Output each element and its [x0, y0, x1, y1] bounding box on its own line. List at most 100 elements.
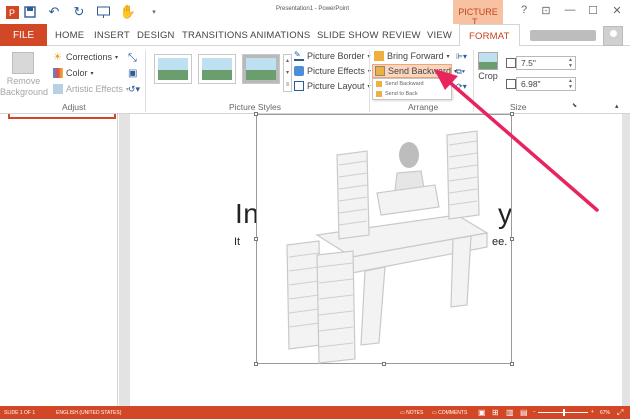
width-icon: [506, 79, 516, 89]
tab-file[interactable]: FILE: [0, 24, 47, 47]
touch-mode-icon[interactable]: ✋: [120, 4, 136, 20]
account-name[interactable]: [530, 30, 596, 41]
group-separator: [145, 50, 146, 112]
slide-sorter-icon[interactable]: ⊞: [492, 408, 499, 417]
send-backward-button[interactable]: Send Backward ▾: [372, 64, 457, 78]
adjust-group-label: Adjust: [62, 102, 86, 112]
slide-thumbnail[interactable]: [8, 114, 116, 119]
picture-tools-contextual-tab: PICTURE T...: [453, 0, 503, 27]
fit-slide-icon[interactable]: ⤢: [617, 408, 623, 418]
resize-handle[interactable]: [510, 362, 514, 366]
resize-handle[interactable]: [254, 112, 258, 116]
height-icon: [506, 58, 516, 68]
tab-transitions[interactable]: TRANSITIONS: [182, 30, 248, 41]
menu-item-send-backward[interactable]: Send Backward: [376, 81, 424, 87]
picture-border-button[interactable]: ✎ Picture Border▾: [294, 51, 371, 61]
picture-style-option[interactable]: [198, 54, 236, 84]
tab-format[interactable]: FORMAT: [459, 24, 520, 47]
crop-icon: [478, 52, 498, 70]
resize-handle[interactable]: [382, 362, 386, 366]
picture-style-option[interactable]: [242, 54, 280, 84]
send-backward-menu: Send Backward Send to Back: [372, 78, 452, 100]
tab-home[interactable]: HOME: [55, 30, 84, 41]
notes-button[interactable]: ▭ NOTES: [400, 410, 423, 416]
language-indicator[interactable]: ENGLISH (UNITED STATES): [56, 410, 121, 416]
tab-design[interactable]: DESIGN: [137, 30, 175, 41]
slide-canvas[interactable]: In y It ee.: [130, 112, 622, 406]
title-bar: P ↶ ↻ ✋ ▾ Presentation1 - PowerPoint PIC…: [0, 0, 630, 27]
picture-style-option[interactable]: [154, 54, 192, 84]
tab-view[interactable]: VIEW: [427, 30, 452, 41]
picture-layout-button[interactable]: Picture Layout▾: [294, 81, 371, 91]
width-field[interactable]: 6.98" ▲ ▼: [516, 77, 576, 91]
width-spinner-arrows[interactable]: ▲ ▼: [568, 78, 573, 90]
customize-qat-icon[interactable]: ▾: [146, 4, 162, 20]
slide-editing-area: In y It ee.: [119, 112, 630, 406]
rotate-icon[interactable]: ⟳▾: [456, 82, 467, 91]
office-paperwork-clipart: [286, 130, 489, 364]
align-icon[interactable]: ⊫▾: [456, 52, 467, 61]
redo-icon[interactable]: ↻: [71, 4, 87, 20]
resize-handle[interactable]: [510, 237, 514, 241]
collapse-ribbon-icon[interactable]: ▴: [615, 102, 619, 110]
zoom-in-icon[interactable]: +: [591, 409, 594, 415]
picture-effects-button[interactable]: Picture Effects▾: [294, 66, 371, 76]
size-dialog-launcher-icon[interactable]: ⬊: [572, 102, 577, 109]
help-icon[interactable]: ?: [516, 4, 532, 18]
picture-style-gallery-scroll[interactable]: ▴ ▾ ≡: [283, 54, 292, 92]
avatar[interactable]: [603, 26, 623, 46]
resize-handle[interactable]: [254, 237, 258, 241]
normal-view-icon[interactable]: ▣: [478, 408, 486, 417]
ribbon-display-icon[interactable]: ⊡: [538, 4, 554, 18]
color-icon: [53, 68, 63, 78]
remove-background-button[interactable]: Remove Background: [0, 76, 48, 98]
ribbon-tabs: FILE HOME INSERT DESIGN TRANSITIONS ANIM…: [0, 24, 630, 47]
resize-handle[interactable]: [254, 362, 258, 366]
crop-button[interactable]: Crop: [478, 52, 498, 81]
slideshow-view-icon[interactable]: ▤: [520, 408, 528, 417]
reading-view-icon[interactable]: ▥: [506, 408, 514, 417]
svg-text:P: P: [9, 8, 15, 18]
corrections-icon: ☀: [53, 52, 62, 63]
undo-icon[interactable]: ↶: [46, 4, 62, 20]
tab-slide-show[interactable]: SLIDE SHOW: [317, 30, 379, 41]
slide-count[interactable]: SLIDE 1 OF 1: [4, 410, 35, 416]
reset-picture-icon[interactable]: ↺▾: [128, 84, 140, 95]
height-spinner-arrows[interactable]: ▲ ▼: [568, 57, 573, 69]
powerpoint-logo-icon: P: [4, 4, 20, 20]
change-picture-icon[interactable]: ▣: [128, 68, 137, 79]
zoom-slider-thumb[interactable]: [563, 409, 565, 416]
resize-handle[interactable]: [510, 112, 514, 116]
window-title: Presentation1 - PowerPoint: [276, 6, 350, 12]
remove-background-icon: [12, 52, 34, 74]
corrections-button[interactable]: ☀ Corrections ▾: [53, 52, 118, 63]
send-backward-small-icon: [376, 81, 382, 87]
size-group-label: Size: [510, 102, 527, 112]
artistic-effects-button[interactable]: Artistic Effects ▾: [53, 84, 129, 94]
group-icon[interactable]: ⧉▾: [456, 67, 465, 77]
bring-forward-button[interactable]: Bring Forward ▾: [374, 51, 450, 61]
selected-picture[interactable]: [254, 112, 514, 366]
close-icon[interactable]: ✕: [609, 4, 625, 18]
tab-insert[interactable]: INSERT: [94, 30, 130, 41]
zoom-level[interactable]: 67%: [600, 410, 610, 416]
minimize-icon[interactable]: —: [562, 4, 578, 18]
height-field[interactable]: 7.5" ▲ ▼: [516, 56, 576, 70]
slide-subtitle-left[interactable]: It: [234, 236, 240, 248]
arrange-group-label: Arrange: [408, 102, 439, 112]
save-icon[interactable]: [22, 4, 38, 20]
compress-pictures-icon[interactable]: ⤡: [128, 52, 137, 65]
ribbon: Remove Background ☀ Corrections ▾ Color ▾ …: [0, 46, 630, 114]
slide-thumbnail-pane[interactable]: [0, 114, 118, 406]
send-backward-icon: [375, 66, 385, 76]
zoom-out-icon[interactable]: −: [533, 409, 536, 415]
tab-review[interactable]: REVIEW: [382, 30, 421, 41]
color-button[interactable]: Color ▾: [53, 68, 94, 78]
picture-styles-group-label: Picture Styles: [229, 102, 281, 112]
menu-item-send-to-back[interactable]: Send to Back: [376, 91, 418, 97]
send-to-back-icon: [376, 91, 382, 97]
slideshow-icon[interactable]: [95, 4, 111, 20]
maximize-icon[interactable]: ☐: [585, 4, 601, 18]
comments-button[interactable]: ▭ COMMENTS: [432, 410, 467, 416]
tab-animations[interactable]: ANIMATIONS: [250, 30, 310, 41]
